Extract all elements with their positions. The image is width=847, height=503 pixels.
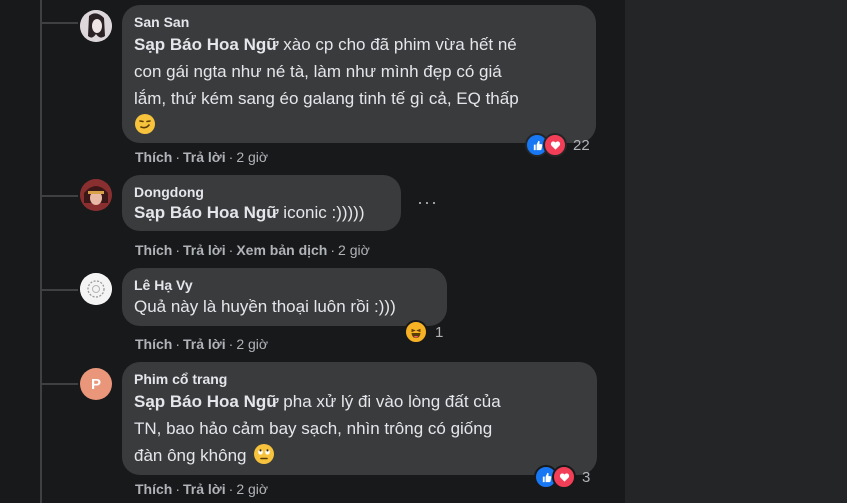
love-icon <box>543 133 567 157</box>
more-options-icon[interactable]: ··· <box>417 192 438 213</box>
reply-button[interactable]: Trả lời <box>183 149 226 165</box>
rolling-eyes-emoji <box>253 443 275 473</box>
reply-button[interactable]: Trả lời <box>183 336 226 352</box>
comment-actions: Thích · Trả lời · Xem bản dịch · 2 giờ <box>135 242 370 258</box>
mention-link[interactable]: Sạp Báo Hoa Ngữ <box>134 203 279 222</box>
comment-text: Sạp Báo Hoa Ngữ iconic :))))) <box>134 203 365 222</box>
right-panel <box>625 0 847 503</box>
mention-link[interactable]: Sạp Báo Hoa Ngữ <box>134 392 279 411</box>
smirk-emoji <box>134 113 156 143</box>
timestamp[interactable]: 2 giờ <box>338 242 370 258</box>
reply-button[interactable]: Trả lời <box>183 481 226 497</box>
timestamp[interactable]: 2 giờ <box>236 481 268 497</box>
avatar[interactable] <box>80 179 112 211</box>
reaction-summary[interactable]: 1 <box>404 320 443 344</box>
timestamp[interactable]: 2 giờ <box>236 149 268 165</box>
reaction-count: 3 <box>582 468 591 486</box>
comment-text: Sạp Báo Hoa Ngữ xào cp cho đã phim vừa h… <box>134 31 584 143</box>
comment-text: Quả này là huyền thoại luôn rồi :))) <box>134 297 396 316</box>
comment-bubble: Dongdong Sạp Báo Hoa Ngữ iconic :))))) <box>122 175 401 231</box>
reaction-summary[interactable]: 3 <box>534 465 590 489</box>
timestamp[interactable]: 2 giờ <box>236 336 268 352</box>
reaction-summary[interactable]: 22 <box>525 133 590 157</box>
reaction-count: 22 <box>573 136 590 154</box>
comment-bubble: Phim cổ trang Sạp Báo Hoa Ngữ pha xử lý … <box>122 362 597 475</box>
haha-icon <box>404 320 428 344</box>
thread-branch <box>40 195 78 197</box>
like-button[interactable]: Thích <box>135 336 172 352</box>
see-translation-button[interactable]: Xem bản dịch <box>236 242 327 258</box>
comment-author[interactable]: Dongdong <box>134 183 389 201</box>
love-icon <box>552 465 576 489</box>
comment-bubble: San San Sạp Báo Hoa Ngữ xào cp cho đã ph… <box>122 5 596 143</box>
comment-actions: Thích · Trả lời · 2 giờ <box>135 149 269 165</box>
avatar[interactable] <box>80 273 112 305</box>
comment-actions: Thích · Trả lời · 2 giờ <box>135 481 269 497</box>
like-button[interactable]: Thích <box>135 149 172 165</box>
like-button[interactable]: Thích <box>135 242 172 258</box>
reaction-count: 1 <box>435 323 444 341</box>
thread-branch <box>40 22 78 24</box>
comment-text: Sạp Báo Hoa Ngữ pha xử lý đi vào lòng đấ… <box>134 388 585 473</box>
thread-line <box>40 0 42 503</box>
thread-branch <box>40 383 78 385</box>
mention-link[interactable]: Sạp Báo Hoa Ngữ <box>134 35 279 54</box>
comment-author[interactable]: San San <box>134 13 584 31</box>
avatar[interactable]: P <box>80 368 112 400</box>
like-button[interactable]: Thích <box>135 481 172 497</box>
reply-button[interactable]: Trả lời <box>183 242 226 258</box>
avatar[interactable] <box>80 10 112 42</box>
comment-author[interactable]: Lê Hạ Vy <box>134 276 435 294</box>
comment-author[interactable]: Phim cổ trang <box>134 370 585 388</box>
comment-bubble: Lê Hạ Vy Quả này là huyền thoại luôn rồi… <box>122 268 447 326</box>
avatar-letter: P <box>90 375 101 393</box>
thread-branch <box>40 289 78 291</box>
comment-actions: Thích · Trả lời · 2 giờ <box>135 336 269 352</box>
